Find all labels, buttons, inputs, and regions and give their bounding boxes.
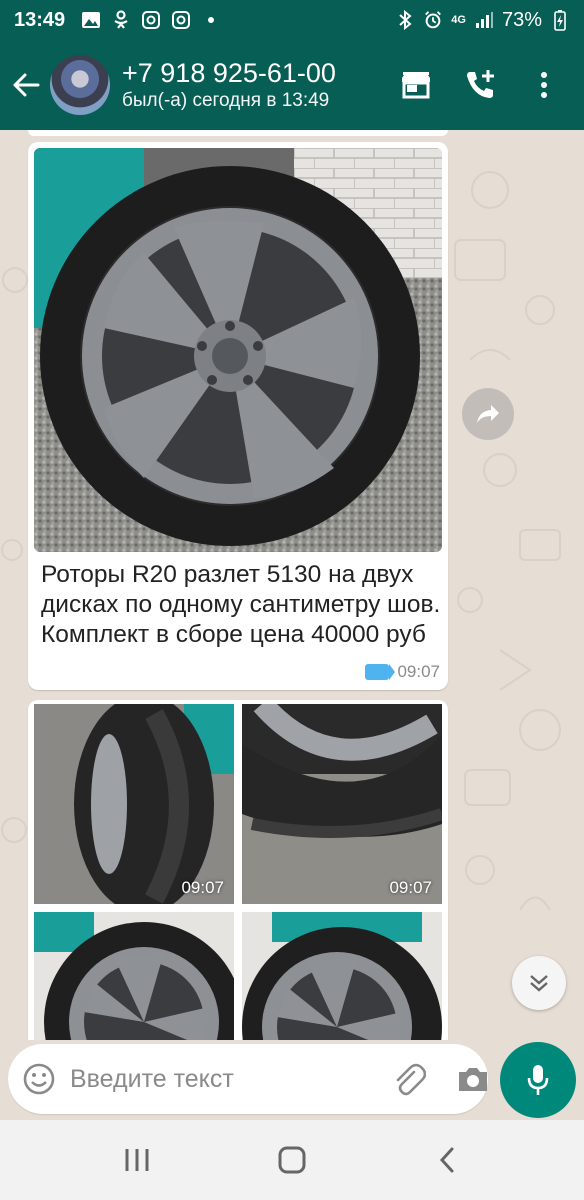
system-icons: 4G 73% bbox=[395, 9, 570, 32]
store-button[interactable] bbox=[398, 67, 434, 103]
recent-apps-button[interactable] bbox=[112, 1135, 162, 1185]
paperclip-icon bbox=[396, 1063, 426, 1096]
chat-header: +7 918 925-61-00 был(-а) сегодня в 13:49 bbox=[0, 40, 584, 130]
chevron-left-icon bbox=[439, 1147, 454, 1173]
add-call-button[interactable] bbox=[462, 67, 498, 103]
instagram-icon bbox=[171, 10, 191, 30]
wheel-image bbox=[242, 912, 442, 1040]
back-nav-button[interactable] bbox=[422, 1135, 472, 1185]
forward-icon bbox=[477, 405, 499, 423]
microphone-icon bbox=[527, 1065, 549, 1095]
back-button[interactable] bbox=[4, 55, 48, 115]
bluetooth-icon bbox=[395, 10, 415, 30]
double-chevron-down-icon bbox=[530, 975, 548, 992]
alarm-icon bbox=[423, 10, 443, 30]
home-icon bbox=[278, 1146, 306, 1174]
header-actions bbox=[398, 67, 562, 103]
avatar[interactable] bbox=[50, 55, 110, 115]
notification-icons bbox=[81, 10, 221, 30]
message-caption: Роторы R20 разлет 5130 на двух дисках по… bbox=[41, 561, 441, 648]
previous-message-bubble bbox=[28, 130, 448, 136]
status-time: 13:49 bbox=[14, 8, 66, 31]
message-meta: 09:07 bbox=[365, 662, 440, 682]
more-vert-icon bbox=[541, 72, 547, 98]
photo-time: 09:07 bbox=[181, 878, 224, 897]
message-input-container bbox=[8, 1044, 488, 1114]
camera-icon bbox=[459, 1068, 487, 1091]
forward-button[interactable] bbox=[462, 388, 514, 440]
wheel-image bbox=[34, 148, 442, 552]
wheel-photo[interactable] bbox=[34, 912, 234, 1040]
voice-record-button[interactable] bbox=[500, 1042, 576, 1118]
photo-time: 09:07 bbox=[389, 878, 432, 897]
battery-percent: 73% bbox=[501, 8, 542, 31]
signal-icon bbox=[474, 10, 494, 30]
status-bar: 13:49 4G 73% bbox=[0, 0, 584, 40]
battery-charging-icon bbox=[550, 10, 570, 31]
phone-plus-icon bbox=[467, 70, 494, 98]
message-bubble[interactable]: Роторы R20 разлет 5130 на двух дисках по… bbox=[28, 142, 448, 690]
network-type: 4G bbox=[451, 13, 466, 26]
instagram-icon bbox=[141, 10, 161, 30]
scroll-down-button[interactable] bbox=[512, 956, 566, 1010]
image-group-bubble[interactable]: 09:07 09:07 bbox=[28, 700, 448, 1040]
chat-area[interactable]: Роторы R20 разлет 5130 на двух дисках по… bbox=[0, 130, 584, 1040]
emoji-button[interactable] bbox=[22, 1059, 56, 1099]
back-arrow-icon bbox=[13, 73, 40, 97]
contact-info[interactable]: +7 918 925-61-00 был(-а) сегодня в 13:49 bbox=[122, 57, 398, 113]
tire-image bbox=[34, 704, 234, 904]
message-input[interactable] bbox=[70, 1064, 392, 1094]
recents-icon bbox=[125, 1149, 149, 1171]
wheel-photo[interactable] bbox=[34, 148, 442, 552]
composer bbox=[0, 1040, 584, 1120]
message-time: 09:07 bbox=[397, 662, 440, 681]
tire-sidewall-photo[interactable]: 09:07 bbox=[242, 704, 442, 904]
attach-button[interactable] bbox=[392, 1059, 426, 1099]
tire-sidewall-image bbox=[242, 704, 442, 904]
last-seen: был(-а) сегодня в 13:49 bbox=[122, 90, 330, 111]
store-icon bbox=[402, 72, 430, 99]
camera-button[interactable] bbox=[456, 1059, 490, 1099]
wheel-image bbox=[34, 912, 234, 1040]
dot-icon bbox=[201, 10, 221, 30]
tire-photo[interactable]: 09:07 bbox=[34, 704, 234, 904]
menu-button[interactable] bbox=[526, 67, 562, 103]
odnoklassniki-icon bbox=[111, 10, 131, 30]
system-nav-bar bbox=[0, 1120, 584, 1200]
gallery-icon bbox=[81, 10, 101, 30]
emoji-icon bbox=[23, 1063, 55, 1095]
contact-name: +7 918 925-61-00 bbox=[122, 58, 336, 88]
label-icon bbox=[365, 664, 396, 680]
wheel-photo[interactable] bbox=[242, 912, 442, 1040]
home-button[interactable] bbox=[267, 1135, 317, 1185]
